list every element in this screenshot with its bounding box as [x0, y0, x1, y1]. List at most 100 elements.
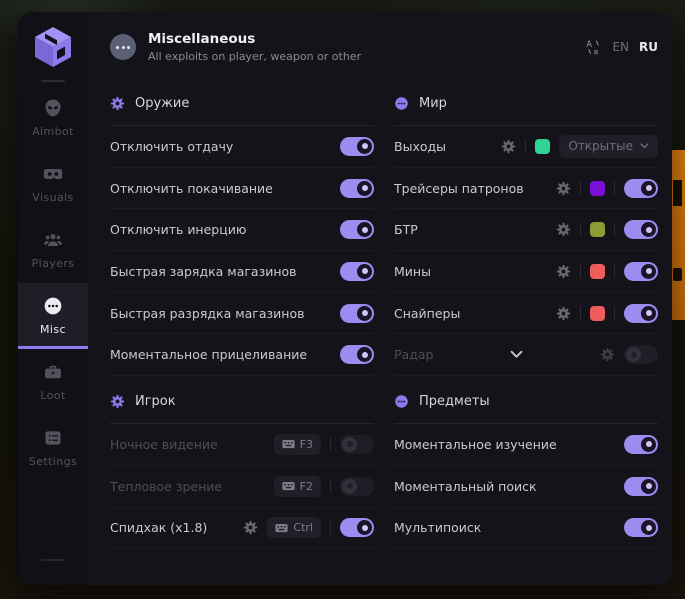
toggle-switch[interactable] — [340, 518, 374, 537]
header-text: Miscellaneous All exploits on player, we… — [148, 31, 361, 63]
feature-label: Снайперы — [394, 306, 460, 321]
toggle-switch[interactable] — [340, 477, 374, 496]
desktop: { "header": { "title": "Miscellaneous", … — [0, 0, 685, 599]
language-switcher: EN RU — [585, 39, 658, 56]
sidebar-item-visuals[interactable]: Visuals — [18, 151, 88, 217]
feature-label: Мультипоиск — [394, 520, 481, 535]
toggle-switch[interactable] — [624, 477, 658, 496]
separator — [580, 264, 581, 278]
dropdown-value: Открытые — [568, 139, 633, 153]
gear-icon[interactable] — [556, 222, 571, 237]
toggle-knob — [357, 222, 372, 237]
keyboard-icon — [282, 439, 295, 449]
keyboard-icon — [275, 523, 288, 533]
sidebar-item-loot[interactable]: Loot — [18, 349, 88, 415]
toggle-switch[interactable] — [340, 435, 374, 454]
feature-row: Моментальное прицеливание — [110, 334, 374, 376]
row-controls — [556, 220, 658, 239]
section-items: Предметы Моментальное изучение Моменталь… — [394, 388, 658, 549]
toggle-knob — [641, 479, 656, 494]
gear-icon[interactable] — [501, 139, 516, 154]
section-header: Предметы — [394, 388, 658, 424]
players-icon — [43, 230, 63, 250]
toggle-switch[interactable] — [624, 220, 658, 239]
settings-columns: Оружие Отключить отдачу Отключить покачи… — [110, 78, 658, 549]
keybind-badge[interactable]: Ctrl — [267, 517, 321, 538]
settings-list-icon — [43, 428, 63, 448]
sidebar: Aimbot Visuals Players Misc Loot Setting… — [18, 12, 88, 585]
toggle-knob — [641, 222, 656, 237]
sidebar-divider — [41, 80, 65, 82]
color-swatch[interactable] — [590, 222, 605, 237]
keybind-label: F2 — [300, 480, 313, 493]
feature-row: Радар — [394, 334, 658, 376]
gear-icon[interactable] — [556, 181, 571, 196]
color-swatch[interactable] — [535, 139, 550, 154]
feature-row: Трейсеры патронов — [394, 168, 658, 210]
toggle-knob — [641, 520, 656, 535]
gear-icon[interactable] — [600, 347, 615, 362]
lang-en-button[interactable]: EN — [612, 40, 629, 54]
row-controls — [556, 304, 658, 323]
briefcase-icon — [43, 362, 63, 382]
color-swatch[interactable] — [590, 181, 605, 196]
separator — [614, 181, 615, 195]
row-controls — [340, 345, 374, 364]
toggle-switch[interactable] — [624, 345, 658, 364]
keybind-label: Ctrl — [293, 521, 313, 534]
toggle-switch[interactable] — [624, 435, 658, 454]
section-title: Оружие — [135, 96, 189, 111]
sidebar-item-settings[interactable]: Settings — [18, 415, 88, 481]
separator — [580, 181, 581, 195]
color-swatch[interactable] — [590, 264, 605, 279]
toggle-switch[interactable] — [624, 518, 658, 537]
row-controls — [556, 262, 658, 281]
row-controls — [556, 179, 658, 198]
row-controls — [340, 304, 374, 323]
row-controls — [600, 345, 658, 364]
gear-icon[interactable] — [243, 520, 258, 535]
toggle-switch[interactable] — [624, 262, 658, 281]
lang-ru-button[interactable]: RU — [639, 40, 658, 54]
sidebar-item-players[interactable]: Players — [18, 217, 88, 283]
feature-label: БТР — [394, 222, 418, 237]
toggle-switch[interactable] — [340, 262, 374, 281]
toggle-switch[interactable] — [624, 304, 658, 323]
toggle-switch[interactable] — [340, 137, 374, 156]
sidebar-item-label: Settings — [29, 455, 77, 468]
color-swatch[interactable] — [590, 306, 605, 321]
feature-row: Отключить отдачу — [110, 126, 374, 168]
gear-section-icon — [110, 96, 125, 111]
feature-label: Ночное видение — [110, 437, 218, 452]
sidebar-item-aimbot[interactable]: Aimbot — [18, 85, 88, 151]
gear-icon[interactable] — [556, 306, 571, 321]
section-header: Игрок — [110, 388, 374, 424]
toggle-switch[interactable] — [340, 345, 374, 364]
toggle-knob — [357, 139, 372, 154]
expand-chevron-icon[interactable] — [510, 350, 523, 359]
feature-row: БТР — [394, 209, 658, 251]
toggle-switch[interactable] — [340, 220, 374, 239]
ellipsis-circle-icon — [110, 34, 136, 60]
keybind-badge[interactable]: F3 — [274, 434, 321, 455]
sidebar-nav: Aimbot Visuals Players Misc Loot Setting… — [18, 85, 88, 481]
row-controls — [624, 477, 658, 496]
toggle-switch[interactable] — [624, 179, 658, 198]
dropdown-select[interactable]: Открытые — [559, 135, 658, 158]
gear-icon[interactable] — [556, 264, 571, 279]
sidebar-item-misc[interactable]: Misc — [18, 283, 88, 349]
feature-label: Быстрая зарядка магазинов — [110, 264, 297, 279]
content-area: Miscellaneous All exploits on player, we… — [88, 12, 672, 585]
alien-icon — [43, 98, 63, 118]
section-header: Мир — [394, 90, 658, 126]
feature-row: Снайперы — [394, 293, 658, 335]
toggle-knob — [641, 181, 656, 196]
row-controls: F3 — [274, 434, 374, 455]
keybind-badge[interactable]: F2 — [274, 476, 321, 497]
toggle-switch[interactable] — [340, 179, 374, 198]
separator — [614, 223, 615, 237]
toggle-knob — [342, 479, 357, 494]
left-column: Оружие Отключить отдачу Отключить покачи… — [110, 78, 374, 549]
feature-row: Быстрая зарядка магазинов — [110, 251, 374, 293]
toggle-switch[interactable] — [340, 304, 374, 323]
